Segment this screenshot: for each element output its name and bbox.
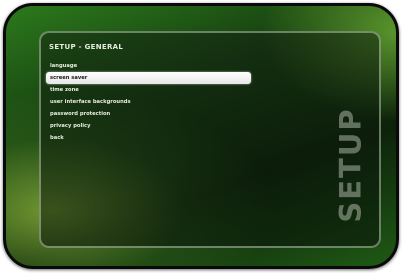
menu-item-privacy-policy[interactable]: privacy policy <box>41 120 251 132</box>
menu-item-back[interactable]: back <box>41 132 251 144</box>
section-side-label: SETUP <box>331 95 371 235</box>
menu-item-user-interface-backgrounds[interactable]: user interface backgrounds <box>41 96 251 108</box>
menu-item-password-protection[interactable]: password protection <box>41 108 251 120</box>
menu-item-screen-saver[interactable]: screen saver <box>46 72 251 84</box>
tv-screen-frame: SETUP - GENERAL language screen saver ti… <box>3 3 399 269</box>
page-title: SETUP - GENERAL <box>49 43 124 51</box>
section-side-label-text: SETUP <box>334 107 368 223</box>
setup-panel: SETUP - GENERAL language screen saver ti… <box>39 31 381 248</box>
menu-item-language[interactable]: language <box>41 60 251 72</box>
menu-item-time-zone[interactable]: time zone <box>41 84 251 96</box>
setup-menu: language screen saver time zone user int… <box>41 60 251 144</box>
